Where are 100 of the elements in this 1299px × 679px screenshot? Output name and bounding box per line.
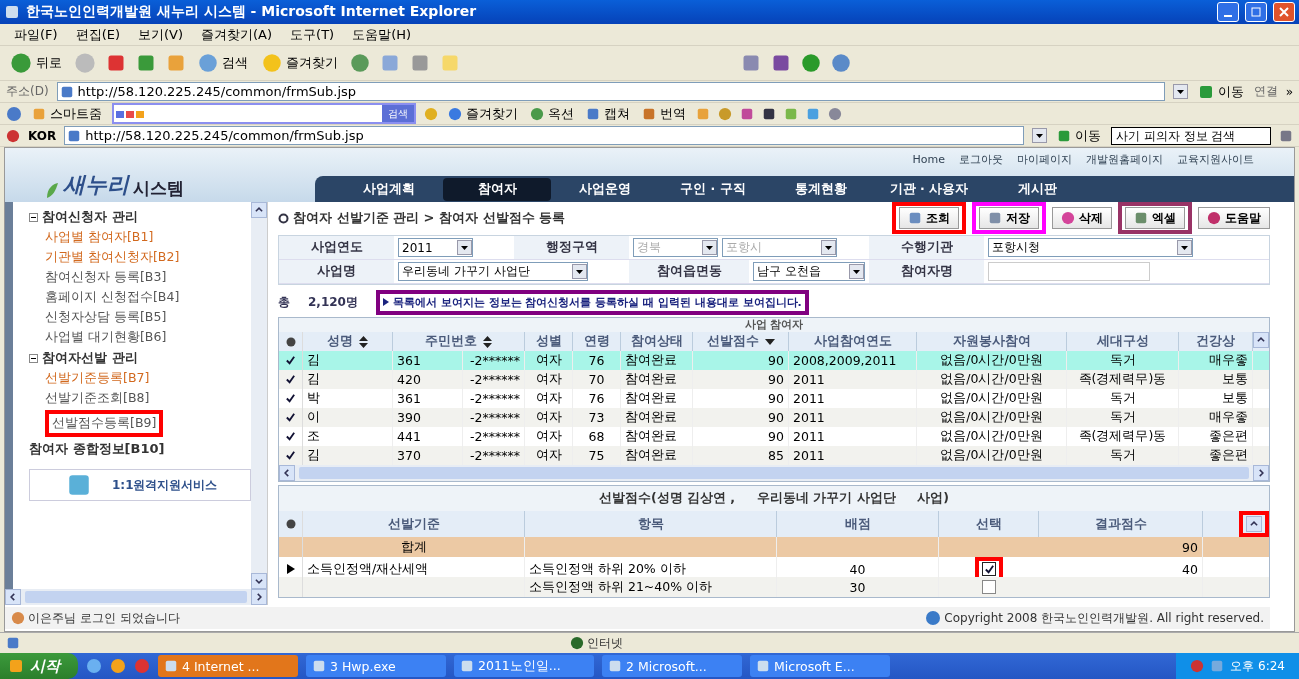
portal-search-button[interactable]: 검색 [382, 105, 414, 122]
clock: 오후 6:24 [1230, 657, 1285, 675]
window-title: 한국노인인력개발원 새누리 시스템 - Microsoft Internet Explorer [26, 3, 478, 21]
tree-group[interactable]: 참여신청자 관리 [42, 208, 138, 226]
tree-item[interactable]: 참여자 종합정보[B10] [29, 440, 251, 458]
nav-tab[interactable]: 사업운영 [551, 177, 659, 201]
start-button[interactable]: 시작 [0, 653, 78, 679]
scrollbar[interactable] [5, 589, 267, 605]
service-banner[interactable]: 1:1원격지원서비스 [29, 469, 251, 501]
name-field[interactable] [988, 262, 1150, 281]
nav-tab[interactable]: 통계현황 [767, 177, 875, 201]
table-cell: 소득인정액 하위 21~40% 이하 [525, 577, 777, 597]
bullet-icon [285, 336, 296, 347]
delete-button[interactable]: 삭제 [1052, 207, 1112, 229]
portal-search-field[interactable]: 검색 [112, 103, 416, 124]
save-button[interactable]: 저장 [979, 207, 1039, 229]
search-field[interactable]: 사기 피의자 정보 검색 [1111, 126, 1271, 145]
agency-select[interactable]: 포항시청 [988, 238, 1193, 257]
top-link[interactable]: Home [912, 152, 945, 166]
collapse-icon[interactable] [29, 353, 38, 363]
checkbox[interactable] [982, 580, 996, 594]
arrow-up-icon [254, 205, 264, 215]
back-button[interactable]: 뒤로 [8, 52, 64, 74]
address-field[interactable]: http://58.120.225.245/common/frmSub.jsp [56, 82, 1165, 101]
search-button[interactable]: 검색 [196, 53, 250, 73]
tree-item[interactable]: 사업별 대기현황[B6] [45, 329, 167, 346]
url-field[interactable]: http://58.120.225.245/common/frmSub.jsp [64, 126, 1024, 145]
top-link[interactable]: 로그아웃 [959, 151, 1003, 167]
table-row[interactable]: 김 361 -2****** 여자 76 참여완료 90 2008,2009,2011 없음/0시간/0만원 독거 매우좋 [279, 351, 1269, 370]
links-label[interactable]: 연결 [1253, 83, 1278, 100]
language-label[interactable]: KOR [28, 128, 57, 143]
scrollbar[interactable] [279, 465, 1269, 481]
menu-item[interactable]: 보기(V) [138, 25, 184, 44]
nav-tab[interactable]: 기관 · 사용자 [875, 177, 983, 201]
smartzoom-button[interactable]: 스마트줌 [30, 104, 104, 123]
favorites-button[interactable]: 즐겨찾기 [260, 53, 340, 73]
table-row[interactable]: 김 370 -2****** 여자 75 참여완료 85 2011 없음/0시간/0만원 독거 좋은편 [279, 446, 1269, 465]
arrow-right-icon [254, 592, 264, 602]
menu-item[interactable]: 도움말(H) [352, 25, 412, 44]
scroll-up-button[interactable] [1253, 332, 1269, 348]
menu-item[interactable]: 도구(T) [290, 25, 335, 44]
tree-item[interactable]: 사업별 참여자[B1] [45, 229, 154, 246]
arrow-left-icon [282, 468, 292, 478]
score-title: 선발점수(성명 김상연 , 우리동네 가꾸기 사업단 사업) [279, 486, 1269, 511]
favorites-button[interactable]: 즐겨찾기 [446, 104, 520, 123]
check-icon [285, 412, 296, 423]
translate-button[interactable]: 번역 [640, 104, 688, 123]
tree-item[interactable]: 기관별 참여신청자[B2] [45, 249, 180, 266]
collapse-icon[interactable] [29, 212, 38, 222]
caret-icon [821, 240, 836, 255]
restore-button[interactable] [1245, 2, 1267, 22]
minimize-button[interactable] [1217, 2, 1239, 22]
arrow-icon [382, 298, 389, 306]
checkbox[interactable] [982, 562, 996, 576]
tree-item[interactable]: 참여신청자 등록[B3] [45, 269, 167, 286]
menu-item[interactable]: 파일(F) [14, 25, 58, 44]
banner-label: 1:1원격지원서비스 [112, 476, 218, 494]
table-row[interactable]: 김 420 -2****** 여자 70 참여완료 90 2011 없음/0시간/0만원 족(경제력무)동 보통 [279, 370, 1269, 389]
menu-item[interactable]: 즐겨찾기(A) [201, 25, 273, 44]
capture-button[interactable]: 캡쳐 [584, 104, 632, 123]
project-select[interactable]: 우리동네 가꾸기 사업단 [398, 262, 588, 281]
taskbar-button[interactable]: Microsoft E... [750, 655, 890, 677]
notice-text: 목록에서 보여지는 정보는 참여신청서를 등록하실 때 입력된 내용대로 보여집니다. [392, 294, 802, 310]
taskbar-button[interactable]: 3 Hwp.exe [306, 655, 446, 677]
more-chevron[interactable]: » [1285, 84, 1293, 99]
taskbar-button[interactable]: 2 Microsoft... [602, 655, 742, 677]
help-button[interactable]: 도움말 [1198, 207, 1270, 229]
menu-item[interactable]: 편집(E) [75, 25, 120, 44]
town-select[interactable]: 남구 오천읍 [753, 262, 865, 281]
go-button[interactable]: 이동 [1195, 82, 1246, 101]
scroll-up-button[interactable] [1246, 516, 1262, 532]
check-icon [285, 393, 296, 404]
arrow-left-icon [8, 592, 18, 602]
nav-tab[interactable]: 참여자 [443, 177, 551, 201]
table-row[interactable]: 이 390 -2****** 여자 73 참여완료 90 2011 없음/0시간/0만원 독거 매우좋 [279, 408, 1269, 427]
taskbar-button[interactable]: 2011노인일... [454, 655, 594, 677]
top-link[interactable]: 마이페이지 [1017, 151, 1072, 167]
search-button[interactable]: 조회 [899, 207, 959, 229]
excel-button[interactable]: 엑셀 [1125, 207, 1185, 229]
tree-item[interactable]: 선발기준조회[B8] [45, 390, 150, 407]
caret-icon [1177, 240, 1192, 255]
tree-item[interactable]: 홈페이지 신청접수[B4] [45, 289, 180, 306]
top-link[interactable]: 개발원홈페이지 [1086, 151, 1163, 167]
top-link[interactable]: 교육지원사이트 [1177, 151, 1254, 167]
nav-tab[interactable]: 게시판 [983, 177, 1091, 201]
total-label: 총 [278, 293, 290, 311]
nav-tab[interactable]: 구인 · 구직 [659, 177, 767, 201]
year-select[interactable]: 2011 [398, 238, 473, 257]
tree-group[interactable]: 참여자선발 관리 [42, 349, 138, 367]
close-button[interactable] [1273, 2, 1295, 22]
nav-tab[interactable]: 사업계획 [335, 177, 443, 201]
auction-button[interactable]: 옥션 [528, 104, 576, 123]
field-label: 사업연도 [279, 236, 394, 260]
scrollbar[interactable] [251, 202, 267, 589]
caret-icon [1032, 128, 1047, 143]
tree-item[interactable]: 선발점수등록[B9] [52, 415, 157, 432]
address-label: 주소(D) [6, 83, 49, 100]
go-button[interactable]: 이동 [1055, 126, 1103, 145]
tree-item[interactable]: 신청자상담 등록[B5] [45, 309, 167, 326]
tree-item[interactable]: 선발기준등록[B7] [45, 370, 150, 387]
